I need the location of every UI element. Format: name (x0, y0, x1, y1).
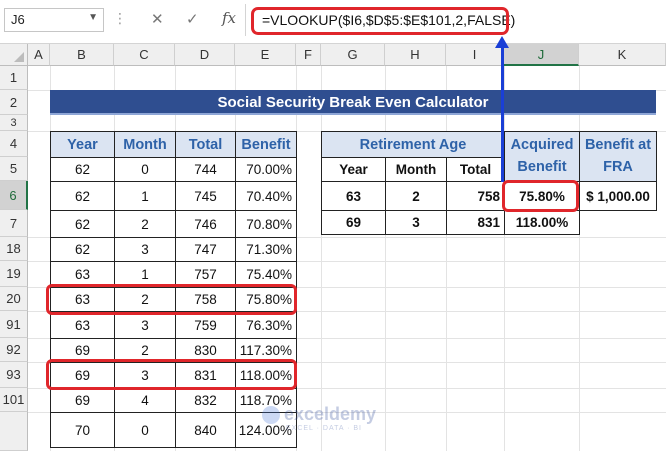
table-cell[interactable]: 0 (114, 412, 176, 448)
row-highlight-box (46, 359, 297, 390)
acquired-benefit-cell[interactable]: 118.00% (504, 210, 580, 235)
gridline (385, 66, 386, 451)
table-cell[interactable]: 76.30% (235, 311, 297, 339)
calculator-title-banner: Social Security Break Even Calculator (50, 90, 656, 115)
header-year[interactable]: Year (50, 131, 115, 158)
table-cell[interactable]: 759 (175, 311, 236, 339)
header-total[interactable]: Total (175, 131, 236, 158)
gridline (504, 66, 505, 451)
table-cell[interactable]: 63 (50, 311, 115, 339)
result-cell[interactable]: 831 (446, 210, 505, 235)
row-header-19[interactable]: 19 (0, 261, 28, 287)
column-header-k[interactable]: K (579, 44, 666, 66)
table-cell[interactable]: 746 (175, 210, 236, 238)
gridline (579, 66, 580, 451)
active-cell-highlight-box (502, 180, 579, 212)
row-header-4[interactable]: 4 (0, 131, 28, 157)
result-cell[interactable]: 3 (385, 210, 447, 235)
header-acquired-benefit[interactable]: Acquired Benefit (504, 131, 580, 182)
table-cell[interactable]: 62 (50, 157, 115, 182)
table-cell[interactable]: 3 (114, 311, 176, 339)
row-header-93[interactable]: 93 (0, 362, 28, 388)
excel-window: { "formula_bar": { "name_box": "J6", "do… (0, 0, 666, 451)
arrow-up-icon (495, 36, 509, 48)
row-header-blank (0, 412, 28, 451)
table-cell[interactable]: 71.30% (235, 237, 297, 262)
exceldemy-logo-icon (262, 406, 280, 424)
table-cell[interactable]: 747 (175, 237, 236, 262)
cancel-icon[interactable]: ✕ (151, 10, 164, 28)
formula-highlight-box (251, 7, 509, 35)
column-header-a[interactable]: A (28, 44, 50, 66)
row-header-1[interactable]: 1 (0, 66, 28, 90)
row-header-5[interactable]: 5 (0, 157, 28, 181)
row-header-92[interactable]: 92 (0, 338, 28, 362)
row-header-7[interactable]: 7 (0, 210, 28, 237)
drag-handle-icon[interactable]: ⋮ (113, 10, 127, 27)
select-all-corner[interactable] (0, 44, 28, 66)
formula-bar: J6 ▼ ⋮ ✕ ✓ fx =VLOOKUP($I6,$D$5:$E$101,2… (0, 0, 666, 44)
table-cell[interactable]: 70.00% (235, 157, 297, 182)
table-cell[interactable]: 62 (50, 237, 115, 262)
column-header-d[interactable]: D (175, 44, 235, 66)
table-cell[interactable]: 744 (175, 157, 236, 182)
row-header-2[interactable]: 2 (0, 90, 28, 115)
table-cell[interactable]: 832 (175, 388, 236, 413)
name-box-value: J6 (11, 12, 25, 27)
watermark-name: exceldemy (284, 404, 377, 424)
row-header-20[interactable]: 20 (0, 287, 28, 311)
row-highlight-box (46, 284, 297, 315)
annotation-arrow (501, 40, 504, 182)
header-retirement-age[interactable]: Retirement Age (321, 131, 505, 158)
table-cell[interactable]: 840 (175, 412, 236, 448)
chevron-down-icon[interactable]: ▼ (88, 12, 98, 23)
subheader-month[interactable]: Month (385, 157, 447, 182)
benefit-fra-cell[interactable]: $ 1,000.00 (579, 181, 657, 211)
gridline (321, 66, 322, 451)
column-header-b[interactable]: B (50, 44, 114, 66)
watermark-tagline: EXCEL · DATA · BI (286, 425, 362, 432)
column-header-e[interactable]: E (235, 44, 296, 66)
name-box[interactable]: J6 ▼ (4, 8, 104, 32)
result-cell[interactable]: 63 (321, 181, 386, 211)
table-cell[interactable]: 70.80% (235, 210, 297, 238)
column-header-j[interactable]: J (504, 44, 579, 66)
table-cell[interactable]: 0 (114, 157, 176, 182)
header-benefit[interactable]: Benefit (235, 131, 297, 158)
row-header-18[interactable]: 18 (0, 237, 28, 261)
gridline (446, 66, 447, 451)
table-cell[interactable]: 1 (114, 181, 176, 211)
subheader-year[interactable]: Year (321, 157, 386, 182)
row-header-6[interactable]: 6 (0, 181, 28, 210)
table-cell[interactable]: 70.40% (235, 181, 297, 211)
table-cell[interactable]: 4 (114, 388, 176, 413)
column-header-h[interactable]: H (385, 44, 446, 66)
subheader-total[interactable]: Total (446, 157, 505, 182)
row-header-3[interactable]: 3 (0, 115, 28, 131)
row-header-101[interactable]: 101 (0, 388, 28, 412)
table-cell[interactable]: 2 (114, 210, 176, 238)
insert-function-icon[interactable]: fx (222, 9, 236, 27)
table-cell[interactable]: 62 (50, 181, 115, 211)
result-cell[interactable]: 69 (321, 210, 386, 235)
table-cell[interactable]: 70 (50, 412, 115, 448)
table-cell[interactable]: 69 (50, 388, 115, 413)
column-header-g[interactable]: G (321, 44, 385, 66)
row-header-91[interactable]: 91 (0, 311, 28, 338)
enter-icon[interactable]: ✓ (186, 10, 199, 28)
result-cell[interactable]: 2 (385, 181, 447, 211)
column-header-f[interactable]: F (296, 44, 321, 66)
header-month[interactable]: Month (114, 131, 176, 158)
header-benefit-at-fra[interactable]: Benefit at FRA (579, 131, 657, 182)
table-cell[interactable]: 3 (114, 237, 176, 262)
result-cell[interactable]: 758 (446, 181, 505, 211)
table-cell[interactable]: 745 (175, 181, 236, 211)
column-header-c[interactable]: C (114, 44, 175, 66)
table-cell[interactable]: 62 (50, 210, 115, 238)
